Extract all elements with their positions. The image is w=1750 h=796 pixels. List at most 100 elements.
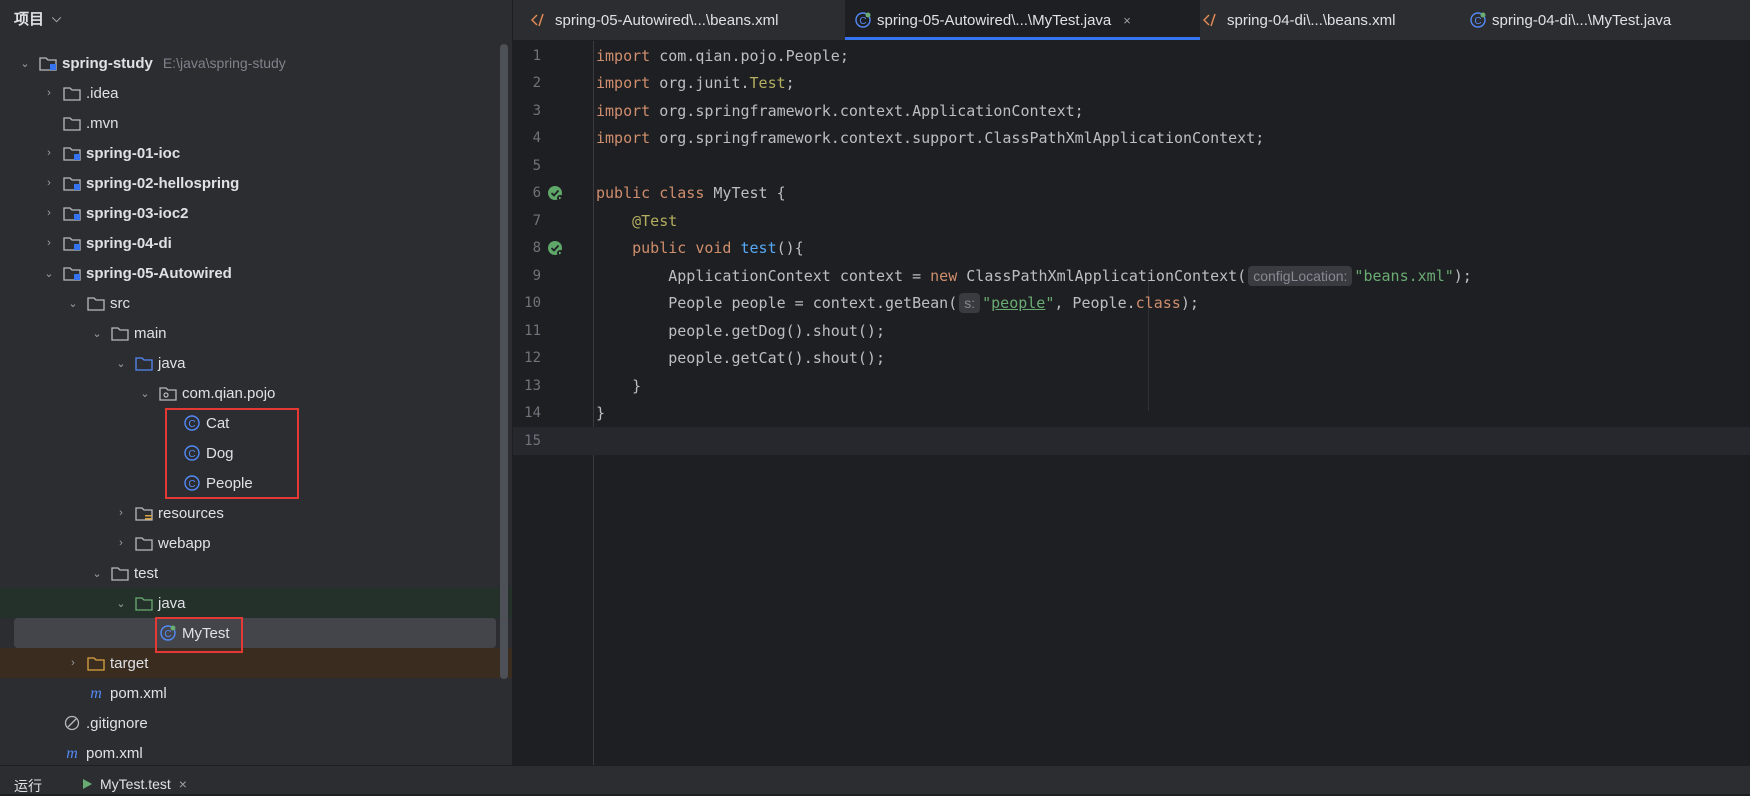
tree-item-mvn[interactable]: .mvn [0,108,512,138]
tree-item-spring-04-di[interactable]: › spring-04-di [0,228,512,258]
chevron-right-icon[interactable]: › [42,147,56,159]
line-number: 14 [524,405,541,422]
code-line[interactable]: 1 import com.qian.pojo.People; [513,42,1750,70]
project-path: E:\java\spring-study [162,55,286,71]
tree-item-package[interactable]: ⌄ com.qian.pojo [0,378,512,408]
tree-item-spring-05-autowired[interactable]: ⌄ spring-05-Autowired [0,258,512,288]
chevron-down-icon[interactable]: ⌄ [42,267,56,280]
chevron-down-icon[interactable]: ⌄ [90,327,104,340]
run-tool-label[interactable]: 运行 [14,776,42,796]
run-config-tab[interactable]: MyTest.test × [80,776,187,792]
chevron-right-icon[interactable]: › [42,87,56,99]
tree-item-label: spring-02-hellospring [86,174,240,192]
parameter-hint: s: [959,293,981,314]
tree-item-spring-01-ioc[interactable]: › spring-01-ioc [0,138,512,168]
chevron-right-icon[interactable]: › [42,237,56,249]
chevron-down-icon[interactable]: ⌄ [114,597,128,610]
chevron-right-icon[interactable]: › [42,177,56,189]
tab-label: spring-04-di\...\beans.xml [1227,11,1396,29]
tab-spring05-mytest-java[interactable]: C spring-05-Autowired\...\MyTest.java × [845,0,1200,40]
test-class-icon: C [855,12,871,28]
maven-icon: m [62,745,82,761]
line-number: 9 [532,267,541,284]
line-number: 6 [532,185,541,202]
code-line[interactable]: 2 import org.junit.Test; [513,70,1750,98]
code-editor[interactable]: 1 import com.qian.pojo.People; 2 import … [513,41,1750,765]
project-panel-header[interactable]: 项目 ⌵ [0,0,512,36]
tree-item-test[interactable]: ⌄ test [0,558,512,588]
tree-item-label: java [158,594,186,612]
tree-item-label: spring-03-ioc2 [86,204,189,222]
line-number: 12 [524,350,541,367]
chevron-right-icon[interactable]: › [114,507,128,519]
svg-text:C: C [1474,16,1481,27]
code-line[interactable]: 13 } [513,372,1750,400]
code-line[interactable]: 5 [513,152,1750,180]
line-number: 13 [524,377,541,394]
chevron-down-icon[interactable]: ⌄ [18,57,32,70]
run-test-method-icon[interactable] [547,240,563,256]
code-line[interactable]: 9 ApplicationContext context = new Class… [513,262,1750,290]
line-number: 5 [532,157,541,174]
tab-spring04-mytest-java[interactable]: C spring-04-di\...\MyTest.java [1470,0,1671,40]
tree-item-src[interactable]: ⌄ src [0,288,512,318]
tab-label: spring-04-di\...\MyTest.java [1492,11,1672,29]
tree-item-idea[interactable]: › .idea [0,78,512,108]
tree-item-spring-study[interactable]: ⌄ spring-study E:\java\spring-study [0,48,512,78]
tree-item-test-java[interactable]: ⌄ java [0,588,512,618]
line-number: 4 [532,130,541,147]
tab-spring04-beans-xml[interactable]: spring-04-di\...\beans.xml [1203,0,1395,40]
svg-text:m: m [90,685,102,701]
chevron-down-icon[interactable]: ⌄ [90,567,104,580]
code-line-current[interactable]: 15 [513,427,1750,455]
run-config-icon [80,777,94,791]
parameter-hint: configLocation: [1248,265,1353,286]
module-folder-icon [62,145,82,161]
tree-item-main-java[interactable]: ⌄ java [0,348,512,378]
tree-item-gitignore[interactable]: .gitignore [0,708,512,738]
line-number: 1 [532,47,541,64]
chevron-down-icon[interactable]: ⌄ [66,297,80,310]
tab-spring05-beans-xml[interactable]: spring-05-Autowired\...\beans.xml [531,0,778,40]
project-panel: 项目 ⌵ ⌄ spring-study E:\java\spring-study… [0,0,513,765]
code-line[interactable]: 4 import org.springframework.context.sup… [513,125,1750,153]
code-line[interactable]: 12 people.getCat().shout(); [513,345,1750,373]
code-line[interactable]: 7 @Test [513,207,1750,235]
line-number: 3 [532,102,541,119]
tree-item-label: .mvn [86,114,119,132]
code-line[interactable]: 10 People people = context.getBean(s: "pe… [513,290,1750,318]
chevron-right-icon[interactable]: › [66,657,80,669]
code-line[interactable]: 11 people.getDog().shout(); [513,317,1750,345]
chevron-down-icon[interactable]: ⌄ [114,357,128,370]
tree-item-label: pom.xml [110,684,167,702]
tree-item-mytest-container: C MyTest [0,618,512,648]
folder-icon [110,565,130,581]
highlight-box-pojo-classes [165,408,299,499]
chevron-right-icon[interactable]: › [42,207,56,219]
close-icon[interactable]: × [1123,13,1131,28]
project-tree-scrollbar[interactable] [500,44,508,679]
tree-item-spring-02-hellospring[interactable]: › spring-02-hellospring [0,168,512,198]
chevron-down-icon[interactable]: ⌵ [52,11,61,26]
test-class-icon: C [1470,12,1486,28]
tree-item-module-pom[interactable]: m pom.xml [0,678,512,708]
code-line[interactable]: 6 public class MyTest { [513,180,1750,208]
code-line[interactable]: 3 import org.springframework.context.App… [513,97,1750,125]
tree-item-label: spring-05-Autowired [86,264,232,282]
module-folder-icon [62,205,82,221]
tree-item-main[interactable]: ⌄ main [0,318,512,348]
chevron-down-icon[interactable]: ⌄ [138,387,152,400]
run-test-class-icon[interactable] [547,185,563,201]
tree-item-label: spring-04-di [86,234,172,252]
tree-item-spring-03-ioc2[interactable]: › spring-03-ioc2 [0,198,512,228]
tree-item-mytest[interactable]: C MyTest [14,618,496,648]
tree-item-root-pom[interactable]: m pom.xml [0,738,512,768]
code-line[interactable]: 14 } [513,400,1750,428]
code-line[interactable]: 8 public void test(){ [513,235,1750,263]
tree-item-target[interactable]: › target [0,648,512,678]
tree-item-webapp[interactable]: › webapp [0,528,512,558]
close-icon[interactable]: × [179,776,187,792]
module-folder-icon [62,265,82,281]
chevron-right-icon[interactable]: › [114,537,128,549]
tree-item-resources[interactable]: › resources [0,498,512,528]
